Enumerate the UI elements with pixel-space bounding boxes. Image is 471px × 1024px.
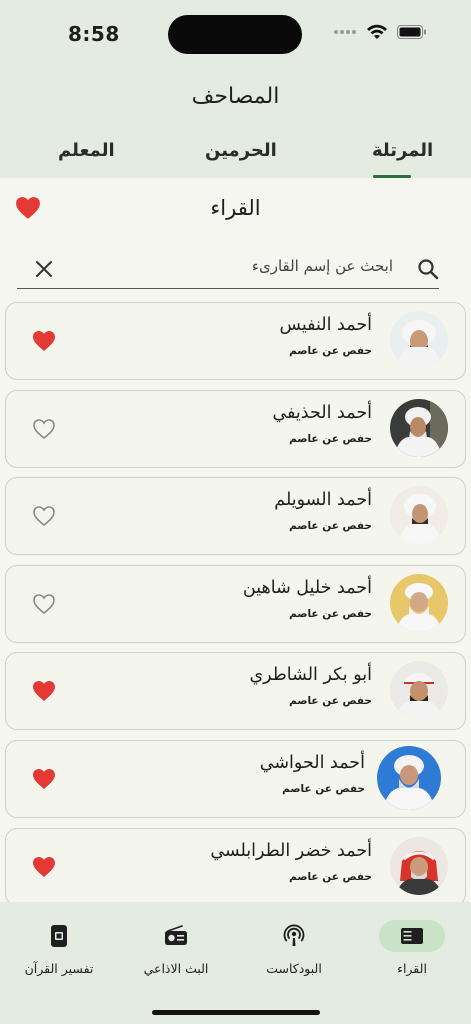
favorite-heart-outline-icon[interactable]	[32, 418, 56, 440]
reciter-riwaya: حفص عن عاصم	[289, 695, 372, 708]
tafsir-phone-icon	[51, 925, 67, 947]
tab-murattal[interactable]: المرتلة	[372, 140, 433, 161]
reciter-riwaya: حفص عن عاصم	[289, 345, 372, 357]
nav-label: البودكاست	[266, 961, 322, 976]
category-tabs: المرتلة الحرمين المعلم	[0, 140, 471, 178]
reciter-riwaya: حفص عن عاصم	[282, 782, 365, 795]
reciter-card[interactable]: أحمد السويلم حفص عن عاصم	[5, 477, 466, 556]
reciter-riwaya: حفص عن عاصم	[289, 520, 372, 533]
reciter-avatar	[390, 398, 448, 457]
search-input[interactable]	[91, 256, 395, 276]
reciter-name: أبو بكر الشاطري	[249, 665, 372, 686]
wifi-icon	[367, 24, 387, 39]
reciter-card[interactable]: أحمد خليل شاهين حفص عن عاصم	[5, 564, 466, 643]
reciter-riwaya: حفص عن عاصم	[289, 870, 372, 883]
favorites-filter-heart-icon[interactable]	[15, 196, 41, 220]
reciter-card[interactable]: أحمد النفيس حفص عن عاصم	[5, 302, 466, 380]
reciter-riwaya: حفص عن عاصم	[289, 432, 372, 445]
reciter-avatar	[390, 836, 448, 895]
bottom-navigation: القراء البودكاست البث الاذاعي تفسير القر…	[0, 902, 471, 1024]
reciter-avatar	[390, 486, 448, 545]
radio-icon	[165, 925, 187, 945]
reciter-avatar	[390, 661, 448, 720]
favorite-heart-icon[interactable]	[32, 680, 56, 702]
reciters-list: أحمد النفيس حفص عن عاصم أحمد الحذيفي حفص…	[5, 302, 466, 902]
sheet-title: القراء	[210, 196, 261, 220]
battery-icon	[397, 25, 426, 39]
reciter-avatar	[390, 573, 448, 632]
reciter-avatar	[390, 311, 448, 369]
reciter-card[interactable]: أحمد الحذيفي حفص عن عاصم	[5, 389, 466, 468]
search-bar	[17, 250, 439, 289]
nav-reciters[interactable]: القراء	[362, 920, 462, 976]
podcast-icon	[283, 924, 305, 946]
reciters-sheet: القراء أحمد النفيس حفص عن عاصم أحمد الحذ…	[0, 178, 471, 902]
favorite-heart-icon[interactable]	[32, 330, 56, 352]
nav-radio[interactable]: البث الاذاعي	[126, 920, 226, 976]
reciter-name: أحمد السويلم	[274, 490, 372, 511]
search-icon	[418, 259, 439, 280]
nav-label: القراء	[397, 961, 427, 976]
nav-label: البث الاذاعي	[143, 961, 209, 976]
reciter-name: أحمد الحذيفي	[272, 402, 372, 423]
tab-muallim[interactable]: المعلم	[58, 140, 115, 161]
favorite-heart-outline-icon[interactable]	[32, 593, 56, 615]
favorite-heart-outline-icon[interactable]	[32, 505, 56, 527]
favorite-heart-icon[interactable]	[32, 856, 56, 878]
reciter-name: أحمد النفيس	[279, 315, 372, 335]
reciter-name: أحمد خليل شاهين	[242, 577, 372, 598]
reciter-card[interactable]: أحمد خضر الطرابلسي حفص عن عاصم	[5, 827, 466, 902]
status-icons	[333, 24, 427, 40]
reciter-riwaya: حفص عن عاصم	[289, 607, 372, 620]
nav-podcast[interactable]: البودكاست	[244, 920, 344, 976]
quran-book-icon	[401, 928, 423, 944]
nav-active-pill	[379, 920, 445, 952]
reciter-avatar	[377, 745, 441, 810]
dynamic-island	[168, 15, 302, 54]
favorite-heart-icon[interactable]	[32, 768, 56, 790]
page-title: المصاحف	[191, 84, 280, 109]
reciter-name: أحمد خضر الطرابلسي	[210, 840, 372, 861]
signal-icon	[334, 30, 356, 34]
reciter-name: أحمد الحواشي	[259, 752, 365, 773]
status-time: 8:58	[68, 22, 120, 46]
tab-haramain[interactable]: الحرمين	[205, 140, 277, 161]
status-bar: 8:58	[0, 0, 471, 70]
close-icon[interactable]	[33, 258, 55, 280]
nav-tafsir[interactable]: تفسير القرآن	[9, 920, 109, 976]
reciter-card[interactable]: أبو بكر الشاطري حفص عن عاصم	[5, 652, 466, 731]
home-indicator[interactable]	[152, 1010, 320, 1015]
reciter-card[interactable]: أحمد الحواشي حفص عن عاصم	[5, 739, 466, 818]
nav-label: تفسير القرآن	[24, 961, 94, 976]
